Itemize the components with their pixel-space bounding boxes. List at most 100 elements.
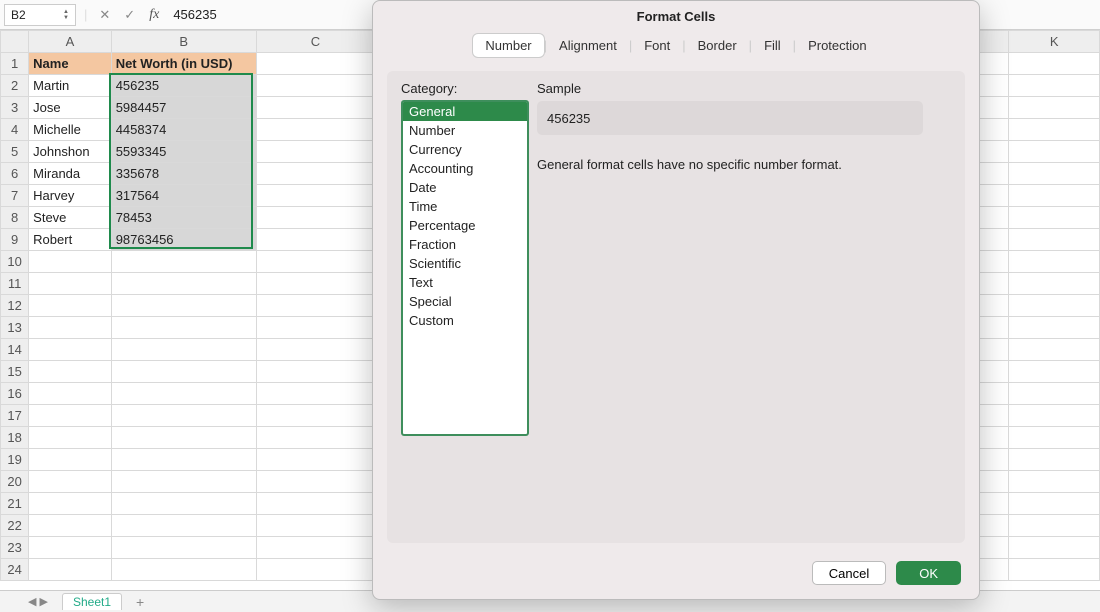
- select-all-corner[interactable]: [1, 31, 29, 53]
- category-date[interactable]: Date: [403, 178, 527, 197]
- cell-C18[interactable]: [256, 427, 375, 449]
- cell-A19[interactable]: [29, 449, 112, 471]
- cancel-formula-icon[interactable]: ✕: [95, 7, 114, 23]
- row-header-1[interactable]: 1: [1, 53, 29, 75]
- cell-K23[interactable]: [1009, 537, 1100, 559]
- category-custom[interactable]: Custom: [403, 311, 527, 330]
- cell-K14[interactable]: [1009, 339, 1100, 361]
- cell-B12[interactable]: [111, 295, 256, 317]
- row-header-23[interactable]: 23: [1, 537, 29, 559]
- cell-C8[interactable]: [256, 207, 375, 229]
- cell-A24[interactable]: [29, 559, 112, 581]
- cell-K19[interactable]: [1009, 449, 1100, 471]
- cell-A10[interactable]: [29, 251, 112, 273]
- cell-C5[interactable]: [256, 141, 375, 163]
- cell-B9[interactable]: 98763456: [111, 229, 256, 251]
- stepper-icon[interactable]: ▲▼: [63, 9, 69, 21]
- cell-C22[interactable]: [256, 515, 375, 537]
- cell-A18[interactable]: [29, 427, 112, 449]
- cell-K16[interactable]: [1009, 383, 1100, 405]
- cell-A16[interactable]: [29, 383, 112, 405]
- cell-C16[interactable]: [256, 383, 375, 405]
- cell-A2[interactable]: Martin: [29, 75, 112, 97]
- cell-A1[interactable]: Name: [29, 53, 112, 75]
- cell-B1[interactable]: Net Worth (in USD): [111, 53, 256, 75]
- cell-K22[interactable]: [1009, 515, 1100, 537]
- cell-A17[interactable]: [29, 405, 112, 427]
- cell-B17[interactable]: [111, 405, 256, 427]
- col-header-A[interactable]: A: [29, 31, 112, 53]
- cell-B16[interactable]: [111, 383, 256, 405]
- cancel-button[interactable]: Cancel: [812, 561, 886, 585]
- row-header-5[interactable]: 5: [1, 141, 29, 163]
- col-header-K[interactable]: K: [1009, 31, 1100, 53]
- cell-K21[interactable]: [1009, 493, 1100, 515]
- row-header-7[interactable]: 7: [1, 185, 29, 207]
- cell-B20[interactable]: [111, 471, 256, 493]
- row-header-4[interactable]: 4: [1, 119, 29, 141]
- cell-A22[interactable]: [29, 515, 112, 537]
- cell-C12[interactable]: [256, 295, 375, 317]
- tab-alignment[interactable]: Alignment: [547, 34, 629, 57]
- cell-K9[interactable]: [1009, 229, 1100, 251]
- add-sheet-button[interactable]: +: [136, 594, 144, 610]
- cell-K2[interactable]: [1009, 75, 1100, 97]
- cell-K24[interactable]: [1009, 559, 1100, 581]
- category-general[interactable]: General: [403, 102, 527, 121]
- cell-A7[interactable]: Harvey: [29, 185, 112, 207]
- category-time[interactable]: Time: [403, 197, 527, 216]
- row-header-6[interactable]: 6: [1, 163, 29, 185]
- cell-A13[interactable]: [29, 317, 112, 339]
- cell-K6[interactable]: [1009, 163, 1100, 185]
- cell-C15[interactable]: [256, 361, 375, 383]
- cell-A8[interactable]: Steve: [29, 207, 112, 229]
- category-fraction[interactable]: Fraction: [403, 235, 527, 254]
- accept-formula-icon[interactable]: ✓: [120, 7, 139, 23]
- cell-K7[interactable]: [1009, 185, 1100, 207]
- category-number[interactable]: Number: [403, 121, 527, 140]
- cell-B21[interactable]: [111, 493, 256, 515]
- cell-B22[interactable]: [111, 515, 256, 537]
- cell-B8[interactable]: 78453: [111, 207, 256, 229]
- cell-A9[interactable]: Robert: [29, 229, 112, 251]
- cell-B13[interactable]: [111, 317, 256, 339]
- row-header-17[interactable]: 17: [1, 405, 29, 427]
- row-header-20[interactable]: 20: [1, 471, 29, 493]
- row-header-14[interactable]: 14: [1, 339, 29, 361]
- cell-K20[interactable]: [1009, 471, 1100, 493]
- cell-K3[interactable]: [1009, 97, 1100, 119]
- category-accounting[interactable]: Accounting: [403, 159, 527, 178]
- cell-B19[interactable]: [111, 449, 256, 471]
- cell-A3[interactable]: Jose: [29, 97, 112, 119]
- cell-C23[interactable]: [256, 537, 375, 559]
- cell-C3[interactable]: [256, 97, 375, 119]
- tab-number[interactable]: Number: [473, 34, 543, 57]
- cell-B14[interactable]: [111, 339, 256, 361]
- cell-B15[interactable]: [111, 361, 256, 383]
- category-list[interactable]: GeneralNumberCurrencyAccountingDateTimeP…: [401, 100, 529, 436]
- cell-K13[interactable]: [1009, 317, 1100, 339]
- cell-C11[interactable]: [256, 273, 375, 295]
- row-header-3[interactable]: 3: [1, 97, 29, 119]
- cell-C20[interactable]: [256, 471, 375, 493]
- col-header-C[interactable]: C: [256, 31, 375, 53]
- cell-C13[interactable]: [256, 317, 375, 339]
- cell-C10[interactable]: [256, 251, 375, 273]
- cell-C1[interactable]: [256, 53, 375, 75]
- row-header-11[interactable]: 11: [1, 273, 29, 295]
- cell-C21[interactable]: [256, 493, 375, 515]
- cell-A6[interactable]: Miranda: [29, 163, 112, 185]
- tab-border[interactable]: Border: [686, 34, 749, 57]
- cell-B3[interactable]: 5984457: [111, 97, 256, 119]
- cell-C6[interactable]: [256, 163, 375, 185]
- cell-B4[interactable]: 4458374: [111, 119, 256, 141]
- cell-K4[interactable]: [1009, 119, 1100, 141]
- category-currency[interactable]: Currency: [403, 140, 527, 159]
- cell-C19[interactable]: [256, 449, 375, 471]
- cell-A12[interactable]: [29, 295, 112, 317]
- tab-fill[interactable]: Fill: [752, 34, 793, 57]
- ok-button[interactable]: OK: [896, 561, 961, 585]
- cell-B18[interactable]: [111, 427, 256, 449]
- formula-bar-value[interactable]: 456235: [173, 7, 216, 22]
- cell-A4[interactable]: Michelle: [29, 119, 112, 141]
